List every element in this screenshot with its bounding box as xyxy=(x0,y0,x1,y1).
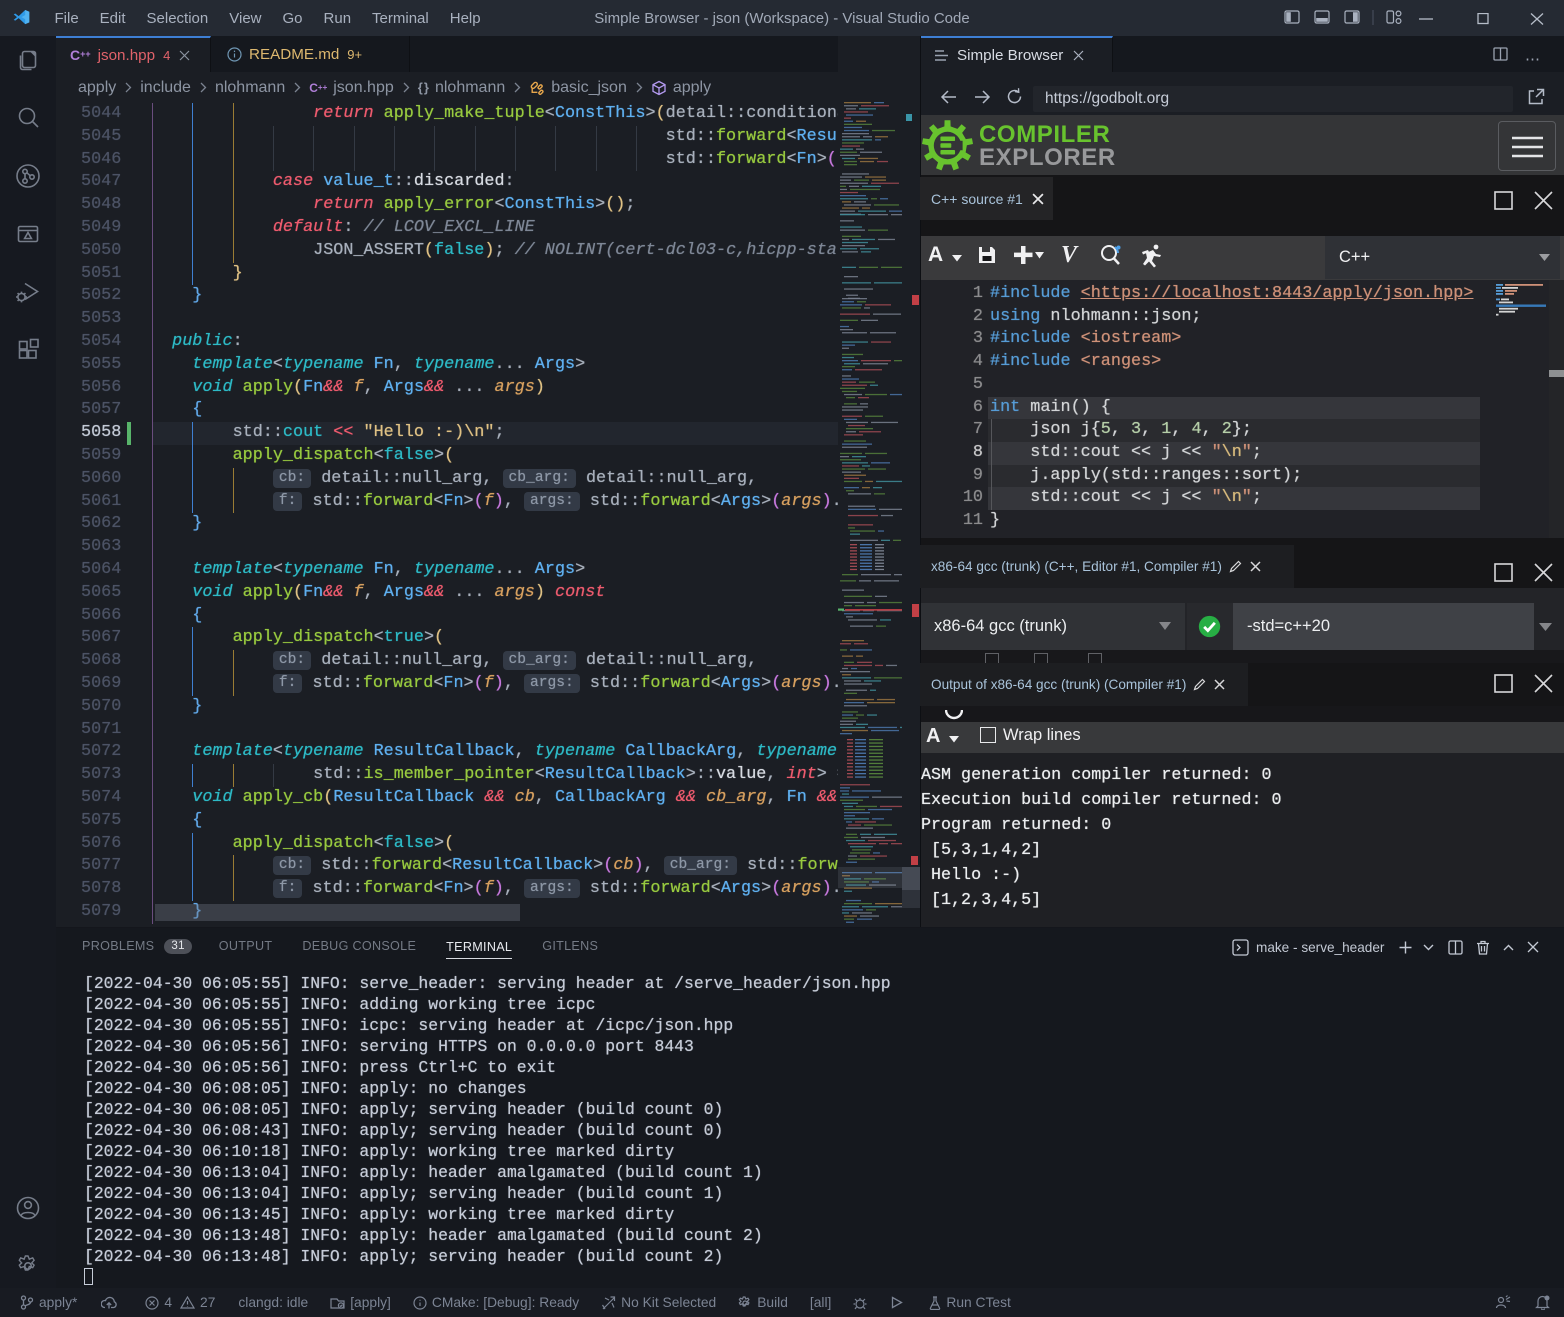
svg-text:V: V xyxy=(1061,244,1079,265)
